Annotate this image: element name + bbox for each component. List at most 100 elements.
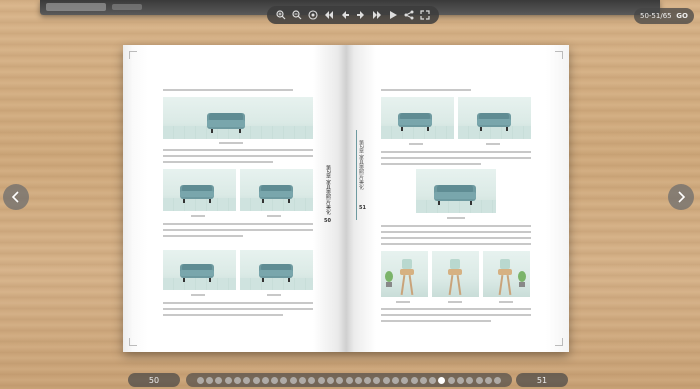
fullscreen-icon xyxy=(420,10,430,20)
zoom-in-button[interactable] xyxy=(275,9,287,21)
left-page-pill[interactable]: 50 xyxy=(128,373,180,387)
sofa-photo xyxy=(163,169,236,211)
text-line xyxy=(163,302,313,304)
page-dot[interactable] xyxy=(271,376,279,384)
text-line xyxy=(163,314,283,316)
next-page-arrow[interactable] xyxy=(668,184,694,210)
right-page[interactable]: 第2章 家具类照片美化 51 xyxy=(346,45,569,352)
crop-mark xyxy=(129,338,137,346)
page-dot[interactable] xyxy=(280,376,288,384)
text-line xyxy=(381,237,531,239)
page-dot[interactable] xyxy=(308,376,316,384)
sofa-photo xyxy=(163,250,236,290)
sofa-photo xyxy=(240,250,313,290)
page-dot[interactable] xyxy=(494,376,502,384)
app-subtitle xyxy=(112,4,142,10)
text-line xyxy=(163,235,243,237)
page-dot[interactable] xyxy=(364,376,372,384)
page-dot[interactable] xyxy=(457,376,465,384)
zoom-out-icon xyxy=(292,10,302,20)
go-button[interactable]: GO xyxy=(676,12,688,20)
next-page-icon xyxy=(357,11,364,19)
prev-page-icon xyxy=(342,11,349,19)
spine-title: 第2章 家具类照片美化 xyxy=(358,140,364,190)
flipbook[interactable]: 第2章 家具类照片美化 50 第2章 家具类照片美化 51 xyxy=(123,45,569,352)
left-page[interactable]: 第2章 家具类照片美化 50 xyxy=(123,45,346,352)
page-dot[interactable] xyxy=(289,376,297,384)
caption xyxy=(486,143,500,145)
prev-page-arrow[interactable] xyxy=(3,184,29,210)
page-dot[interactable] xyxy=(196,376,204,384)
page-dot[interactable] xyxy=(317,376,325,384)
page-dot[interactable] xyxy=(410,376,418,384)
spine-title: 第2章 家具类照片美化 xyxy=(325,165,331,215)
page-dot[interactable] xyxy=(419,376,427,384)
page-dot[interactable] xyxy=(224,376,232,384)
sofa-photo xyxy=(458,97,531,139)
chevron-left-icon xyxy=(11,191,19,203)
sofa-photo xyxy=(163,97,313,139)
page-dot[interactable] xyxy=(261,376,269,384)
chair-photo xyxy=(381,251,428,297)
chevron-right-icon xyxy=(678,191,686,203)
fit-button[interactable] xyxy=(307,9,319,21)
caption xyxy=(267,294,281,296)
page-dot[interactable] xyxy=(438,376,446,384)
chair-photo xyxy=(432,251,479,297)
page-dot[interactable] xyxy=(345,376,353,384)
next-page-button[interactable] xyxy=(355,9,367,21)
page-dot[interactable] xyxy=(243,376,251,384)
page-dot[interactable] xyxy=(252,376,260,384)
page-dot[interactable] xyxy=(336,376,344,384)
page-dot[interactable] xyxy=(206,376,214,384)
caption xyxy=(409,143,423,145)
prev-page-button[interactable] xyxy=(339,9,351,21)
page-dot[interactable] xyxy=(401,376,409,384)
page-dot[interactable] xyxy=(429,376,437,384)
last-page-button[interactable] xyxy=(371,9,383,21)
caption xyxy=(219,142,243,144)
page-jump-box[interactable]: 50-51/65 GO xyxy=(634,8,694,24)
text-line xyxy=(163,161,273,163)
text-line xyxy=(381,231,531,233)
sofa-photo xyxy=(416,169,496,213)
page-dot[interactable] xyxy=(484,376,492,384)
page-number-input[interactable]: 50-51/65 xyxy=(640,12,672,20)
text-line xyxy=(163,155,313,157)
share-button[interactable] xyxy=(403,9,415,21)
page-dot[interactable] xyxy=(391,376,399,384)
page-dot[interactable] xyxy=(475,376,483,384)
crop-mark xyxy=(129,51,137,59)
page-dot[interactable] xyxy=(373,376,381,384)
page-dot[interactable] xyxy=(447,376,455,384)
page-dot[interactable] xyxy=(299,376,307,384)
text-line xyxy=(163,149,313,151)
spine-rule xyxy=(356,130,357,220)
text-line xyxy=(381,225,531,227)
text-line xyxy=(381,320,491,322)
text-line xyxy=(163,223,313,225)
first-page-icon xyxy=(325,11,333,19)
text-line xyxy=(381,157,531,159)
play-button[interactable] xyxy=(387,9,399,21)
text-line xyxy=(381,243,531,245)
text-line xyxy=(163,229,313,231)
page-dot[interactable] xyxy=(215,376,223,384)
page-dot[interactable] xyxy=(354,376,362,384)
page-dot[interactable] xyxy=(233,376,241,384)
page-dot[interactable] xyxy=(382,376,390,384)
text-line xyxy=(381,308,531,310)
right-page-pill[interactable]: 51 xyxy=(516,373,568,387)
zoom-out-button[interactable] xyxy=(291,9,303,21)
fullscreen-button[interactable] xyxy=(419,9,431,21)
text-line xyxy=(381,163,481,165)
caption xyxy=(448,301,462,303)
share-icon xyxy=(404,10,414,20)
caption xyxy=(191,215,205,217)
first-page-button[interactable] xyxy=(323,9,335,21)
page-dot[interactable] xyxy=(326,376,334,384)
sofa-photo xyxy=(240,169,313,211)
play-icon xyxy=(390,11,397,19)
caption xyxy=(447,217,465,219)
page-dot[interactable] xyxy=(466,376,474,384)
